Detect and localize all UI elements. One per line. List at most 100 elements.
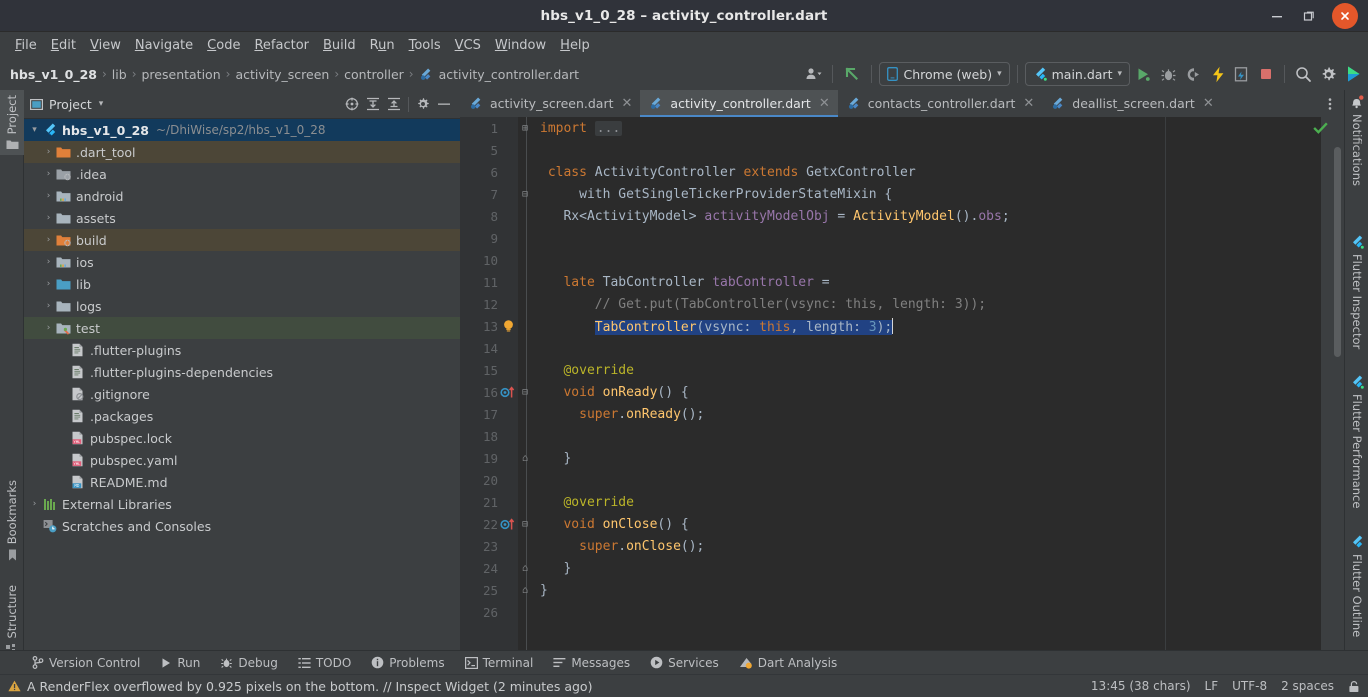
code-line-14[interactable]: 14 [460,337,1344,359]
tree-node-readme-md[interactable]: MD README.md [24,471,460,493]
tree-node-logs[interactable]: › logs [24,295,460,317]
code-line-13[interactable]: 13 TabController(vsync: this, length: 3)… [460,315,1344,337]
fold-marker[interactable]: ⊞ [518,123,532,134]
run-button[interactable] [1132,61,1155,87]
sidebar-item-flutter-inspector[interactable]: Flutter Inspector [1345,230,1368,354]
code-line-11[interactable]: 11 late TabController tabController = [460,271,1344,293]
menu-item-tools[interactable]: Tools [402,35,448,56]
tool-window-button-dart-analysis[interactable]: Dart Analysis [739,656,837,670]
code-line-22[interactable]: 22 ⊟ void onClose() { [460,513,1344,535]
sidebar-item-flutter-outline[interactable]: Flutter Outline [1345,530,1368,642]
close-icon[interactable]: ✕ [819,96,830,111]
editor-tabs-more-button[interactable] [1316,90,1344,117]
code-line-1[interactable]: 1 ⊞ import ... [460,117,1344,139]
fold-marker[interactable]: ⊟ [518,189,532,200]
close-icon[interactable]: ✕ [622,96,633,111]
tree-expander-icon[interactable]: › [42,191,55,201]
stop-button[interactable] [1255,61,1277,87]
breadcrumb-item-1[interactable]: lib [112,67,127,82]
code-editor[interactable]: 1 ⊞ import ... 5 6 class ActivityController … [460,117,1344,650]
code-line-9[interactable]: 9 [460,227,1344,249]
tree-node-lib[interactable]: › lib [24,273,460,295]
fold-marker[interactable]: ⌂ [518,563,532,574]
tree-expander-icon[interactable]: › [42,279,55,289]
sidebar-item-bookmarks[interactable]: Bookmarks [0,475,24,566]
breadcrumb-item-0[interactable]: hbs_v1_0_28 [10,67,97,82]
code-line-25[interactable]: 25 ⌂} [460,579,1344,601]
menu-item-view[interactable]: View [83,35,128,56]
editor-vertical-scrollbar[interactable] [1334,147,1341,357]
tree-node-hbs-v1-0-28[interactable]: ▾ hbs_v1_0_28 ~/DhiWise/sp2/hbs_v1_0_28 [24,119,460,141]
tree-node-build[interactable]: › build [24,229,460,251]
close-icon[interactable]: ✕ [1203,96,1214,111]
code-lines[interactable]: 1 ⊞ import ... 5 6 class ActivityController … [460,117,1344,650]
menu-item-build[interactable]: Build [316,35,363,56]
run-configuration-selector[interactable]: main.dart ▾ [1024,62,1130,86]
tree-expander-icon[interactable]: › [28,499,41,509]
tree-expander-icon[interactable]: › [42,235,55,245]
tree-expander-icon[interactable]: › [42,301,55,311]
menu-item-edit[interactable]: Edit [44,35,83,56]
tree-expander-icon[interactable]: › [42,147,55,157]
flutter-devtools-icon[interactable] [1342,61,1366,87]
breadcrumb-item-2[interactable]: presentation [142,67,221,82]
menu-item-code[interactable]: Code [200,35,247,56]
editor-tab-activity-controller-dart[interactable]: activity_controller.dart ✕ [640,90,839,117]
run-with-coverage-button[interactable] [1182,61,1205,87]
code-line-10[interactable]: 10 [460,249,1344,271]
tool-window-button-messages[interactable]: Messages [553,656,630,670]
maximize-button[interactable] [1294,1,1324,31]
tree-node--gitignore[interactable]: .gitignore [24,383,460,405]
breadcrumb-item-5[interactable]: activity_controller.dart [419,67,579,82]
tool-window-button-debug[interactable]: Debug [220,656,278,670]
tree-node-scratches-and-consoles[interactable]: Scratches and Consoles [24,515,460,537]
file-encoding[interactable]: UTF-8 [1232,679,1267,693]
tool-window-button-version-control[interactable]: Version Control [32,656,140,670]
code-line-15[interactable]: 15 @override [460,359,1344,381]
update-arrow-icon[interactable] [840,61,864,87]
tree-expander-icon[interactable]: › [42,213,55,223]
tree-node-test[interactable]: › test [24,317,460,339]
lightbulb-icon[interactable] [498,319,518,333]
tree-node-assets[interactable]: › assets [24,207,460,229]
tree-node--idea[interactable]: › .idea [24,163,460,185]
tree-node-ios[interactable]: › ios [24,251,460,273]
close-icon[interactable]: ✕ [1023,96,1034,111]
caret-position[interactable]: 13:45 (38 chars) [1091,679,1191,693]
chevron-down-icon-project[interactable]: ▾ [99,99,104,109]
tree-node-external-libraries[interactable]: › External Libraries [24,493,460,515]
override-marker-icon[interactable] [498,517,518,531]
tree-expander-icon[interactable]: › [42,169,55,179]
fold-marker[interactable]: ⊟ [518,519,532,530]
breadcrumb-item-4[interactable]: controller [344,67,404,82]
close-button[interactable] [1332,3,1358,29]
tool-window-button-services[interactable]: Services [650,656,719,670]
sidebar-item-structure[interactable]: Structure [0,580,24,660]
fold-marker[interactable]: ⊟ [518,387,532,398]
tree-node-pubspec-lock[interactable]: YML pubspec.lock [24,427,460,449]
tree-expander-icon[interactable]: › [42,323,55,333]
indent-setting[interactable]: 2 spaces [1281,679,1334,693]
sidebar-item-flutter-performance[interactable]: Flutter Performance [1345,370,1368,513]
tree-node-pubspec-yaml[interactable]: YML pubspec.yaml [24,449,460,471]
tree-node--flutter-plugins-dependencies[interactable]: .flutter-plugins-dependencies [24,361,460,383]
fold-marker[interactable]: ⌂ [518,453,532,464]
device-selector[interactable]: Chrome (web) ▾ [879,62,1010,86]
editor-tab-contacts-controller-dart[interactable]: contacts_controller.dart ✕ [838,90,1043,117]
tree-node--dart-tool[interactable]: › .dart_tool [24,141,460,163]
sidebar-item-project[interactable]: Project [0,90,24,156]
breadcrumb-item-3[interactable]: activity_screen [235,67,329,82]
editor-tab-deallist-screen-dart[interactable]: deallist_screen.dart ✕ [1042,90,1221,117]
code-line-19[interactable]: 19 ⌂ } [460,447,1344,469]
select-opened-file-icon[interactable] [345,97,359,111]
settings-icon[interactable] [1317,61,1340,87]
gear-icon[interactable] [416,97,430,111]
tree-expander-icon[interactable]: ▾ [28,125,41,135]
status-message[interactable]: A RenderFlex overflowed by 0.925 pixels … [8,679,592,694]
tool-window-button-run[interactable]: Run [160,656,200,670]
menu-item-file[interactable]: File [8,35,44,56]
menu-item-help[interactable]: Help [553,35,597,56]
code-line-16[interactable]: 16 ⊟ void onReady() { [460,381,1344,403]
lock-icon[interactable] [1348,680,1360,693]
tool-window-button-problems[interactable]: Problems [371,656,445,670]
